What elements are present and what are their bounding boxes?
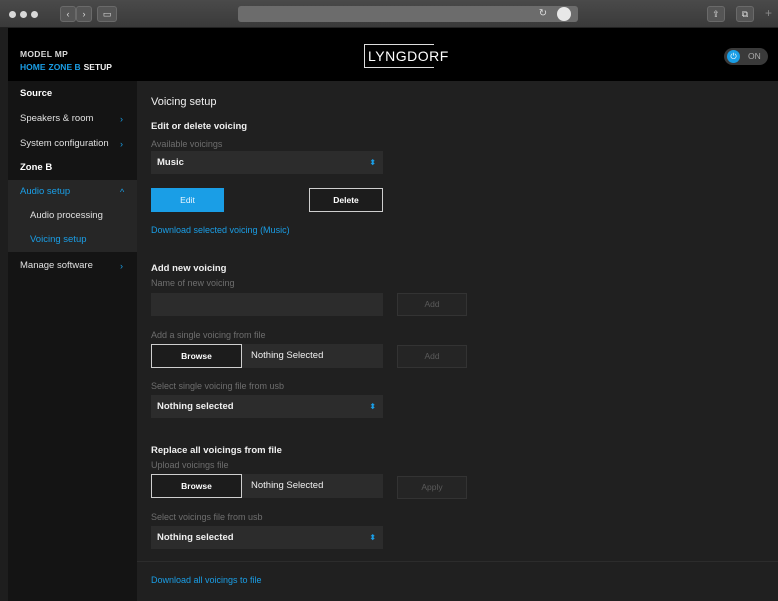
sidebar-toggle-icon[interactable]: ▭ (97, 6, 117, 22)
edit-button[interactable]: Edit (151, 188, 224, 212)
breadcrumb-zone-b[interactable]: ZONE B (49, 62, 81, 72)
voicings-file-name: Nothing Selected (251, 480, 324, 491)
available-voicings-select[interactable]: Music ⬍ (151, 151, 383, 174)
select-arrows-icon: ⬍ (369, 533, 376, 542)
section-divider (137, 561, 778, 562)
select-arrows-icon: ⬍ (369, 402, 376, 411)
sidebar-item-label: Source (20, 88, 53, 99)
add-single-voicing-button[interactable]: Add (397, 345, 467, 368)
lyngdorf-logo: LYNGDORF (368, 48, 449, 64)
window-zoom-dot[interactable] (31, 11, 38, 18)
sidebar-item-source[interactable]: Source (8, 82, 137, 106)
add-voicing-button[interactable]: Add (397, 293, 467, 316)
browser-toolbar: ‹ › ▭ ↻ ⇪ ⧉ + (0, 0, 778, 28)
sidebar-item-manage-software[interactable]: Manage software › (8, 254, 137, 278)
download-selected-voicing-link[interactable]: Download selected voicing (Music) (151, 225, 290, 235)
voicings-file-picker: Browse Nothing Selected (151, 474, 383, 498)
page-title: Voicing setup (151, 96, 217, 108)
chevron-right-icon: › (120, 261, 123, 271)
sidebar-item-label: Manage software (20, 260, 93, 271)
sidebar-item-label: Voicing setup (30, 234, 87, 245)
power-label: ON (748, 51, 761, 61)
sidebar: Source Speakers & room › System configura… (8, 81, 137, 601)
sidebar-item-audio-processing[interactable]: Audio processing (8, 204, 137, 228)
browse-single-voicing-button[interactable]: Browse (151, 344, 242, 368)
new-voicing-name-label: Name of new voicing (151, 278, 235, 288)
chevron-right-icon: › (120, 114, 123, 124)
sidebar-item-voicing-setup[interactable]: Voicing setup (8, 228, 137, 252)
sidebar-item-speakers-room[interactable]: Speakers & room › (8, 107, 137, 131)
single-voicing-file-label: Add a single voicing from file (151, 330, 266, 340)
usb-single-voicing-select[interactable]: Nothing selected ⬍ (151, 395, 383, 418)
share-icon[interactable]: ⇪ (707, 6, 725, 22)
tabs-overview-icon[interactable]: ⧉ (736, 6, 754, 22)
sidebar-item-audio-setup[interactable]: Audio setup ^ (8, 180, 137, 204)
reload-icon[interactable]: ↻ (536, 7, 550, 21)
back-icon[interactable]: ‹ (60, 6, 76, 22)
sidebar-item-label: Speakers & room (20, 113, 94, 124)
extension-icon[interactable] (557, 7, 571, 21)
available-voicings-label: Available voicings (151, 139, 223, 149)
edit-section-heading: Edit or delete voicing (151, 121, 248, 132)
window-close-dot[interactable] (9, 11, 16, 18)
sidebar-item-label: System configuration (20, 138, 109, 149)
window-minimize-dot[interactable] (20, 11, 27, 18)
power-toggle[interactable]: ⏻ ON (724, 48, 768, 65)
main-content: Voicing setup Edit or delete voicing Ava… (137, 81, 778, 601)
single-voicing-file-name: Nothing Selected (251, 350, 324, 361)
usb-single-voicing-value: Nothing selected (157, 401, 234, 412)
single-voicing-file-picker: Browse Nothing Selected (151, 344, 383, 368)
breadcrumb: HOME ZONE B SETUP (20, 62, 115, 72)
chevron-right-icon: › (120, 139, 123, 149)
upload-voicings-file-label: Upload voicings file (151, 460, 229, 470)
new-tab-icon[interactable]: + (765, 6, 772, 20)
power-icon: ⏻ (727, 50, 740, 63)
usb-voicings-file-select[interactable]: Nothing selected ⬍ (151, 526, 383, 549)
browse-voicings-file-button[interactable]: Browse (151, 474, 242, 498)
add-section-heading: Add new voicing (151, 263, 227, 274)
usb-single-voicing-label: Select single voicing file from usb (151, 381, 285, 391)
address-bar[interactable] (238, 6, 578, 22)
breadcrumb-home[interactable]: HOME (20, 62, 46, 72)
sidebar-item-label: Audio processing (30, 210, 103, 221)
usb-voicings-file-value: Nothing selected (157, 532, 234, 543)
available-voicings-value: Music (157, 157, 184, 168)
replace-section-heading: Replace all voicings from file (151, 445, 282, 456)
model-name: MODEL MP (20, 49, 69, 59)
sidebar-item-system-configuration[interactable]: System configuration › (8, 132, 137, 156)
delete-button[interactable]: Delete (309, 188, 383, 212)
breadcrumb-setup: SETUP (83, 62, 112, 72)
sidebar-item-label: Audio setup (20, 186, 71, 197)
app-header: MODEL MP HOME ZONE B SETUP LYNGDORF ⏻ ON (8, 28, 778, 81)
select-arrows-icon: ⬍ (369, 158, 376, 167)
download-all-voicings-link[interactable]: Download all voicings to file (151, 575, 262, 585)
usb-voicings-file-label: Select voicings file from usb (151, 512, 263, 522)
apply-voicings-button[interactable]: Apply (397, 476, 467, 499)
chevron-up-icon: ^ (120, 187, 125, 197)
sidebar-item-label: Zone B (20, 162, 53, 173)
sidebar-item-zone-b[interactable]: Zone B (8, 156, 137, 180)
forward-icon[interactable]: › (76, 6, 92, 22)
new-voicing-name-input[interactable] (151, 293, 383, 316)
